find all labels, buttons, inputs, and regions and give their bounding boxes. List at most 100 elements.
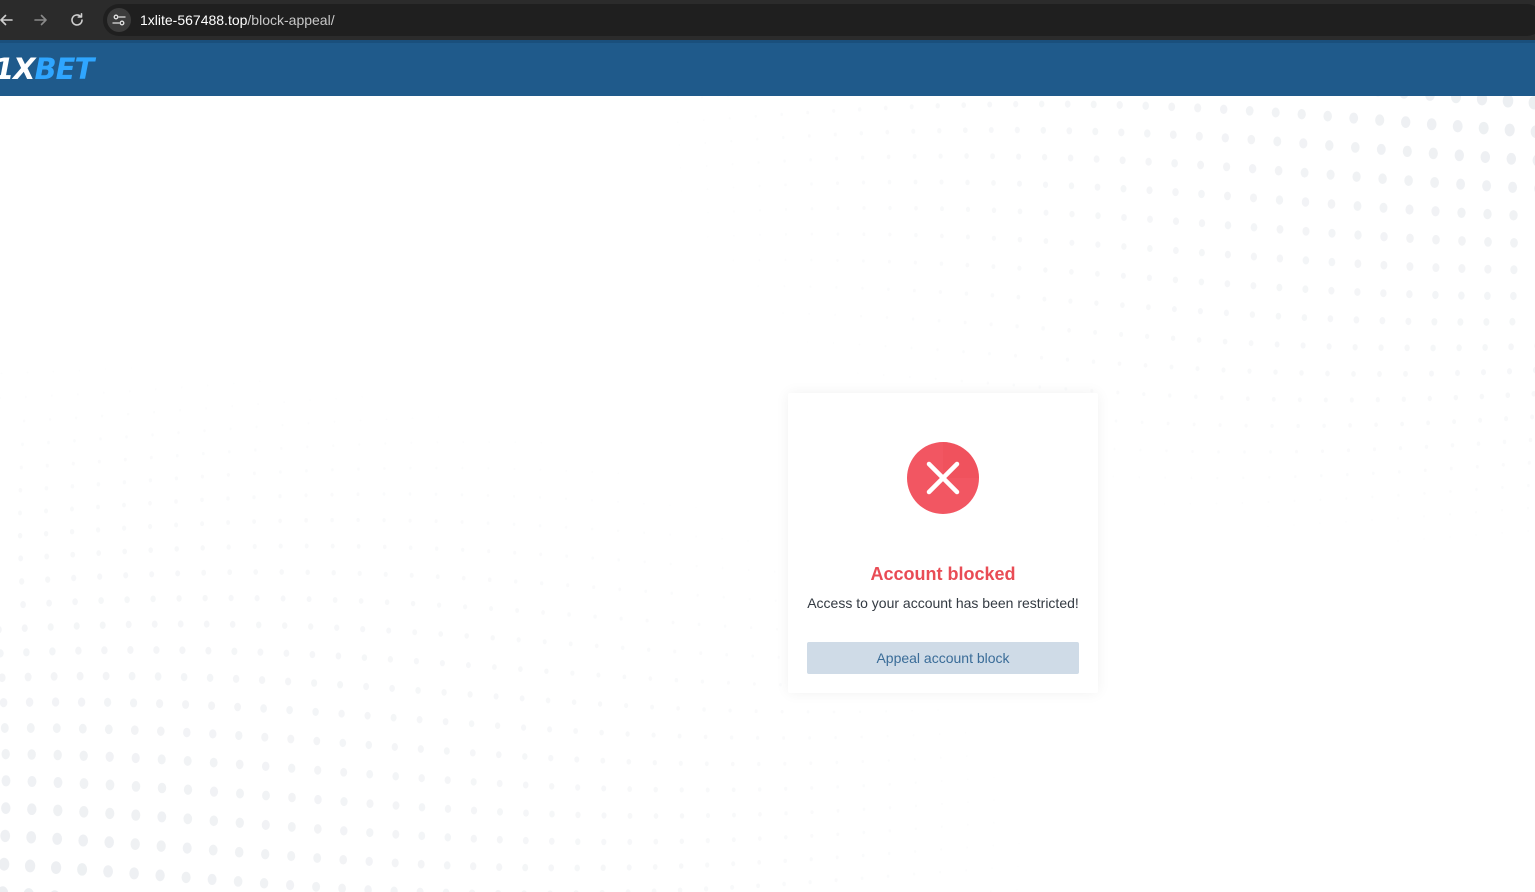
back-button[interactable]	[0, 8, 18, 32]
background-dot	[45, 576, 51, 583]
background-dot	[1064, 100, 1071, 108]
background-dot	[262, 790, 270, 801]
address-bar[interactable]: 1xlite-567488.top/block-appeal/	[103, 4, 1535, 36]
background-dot	[627, 786, 633, 793]
background-dot	[157, 726, 165, 736]
background-dot	[1404, 175, 1413, 186]
background-dot	[1147, 245, 1153, 252]
background-dot	[1371, 495, 1374, 499]
background-dot	[757, 161, 760, 164]
background-dot	[726, 680, 730, 685]
background-dot	[252, 471, 256, 476]
background-dot	[1271, 107, 1280, 118]
background-dot	[835, 760, 839, 765]
background-dot	[176, 595, 182, 602]
arrow-left-icon	[0, 14, 13, 26]
background-dot	[1328, 228, 1336, 238]
background-dot	[418, 774, 425, 783]
background-dot	[1248, 164, 1257, 174]
background-dot	[434, 546, 439, 551]
background-dot	[1198, 248, 1205, 257]
background-dot	[807, 134, 811, 138]
background-dot	[229, 620, 236, 628]
background-dot	[751, 654, 755, 658]
background-dot	[200, 545, 205, 551]
background-dot	[886, 874, 890, 878]
background-dot	[259, 380, 261, 383]
background-dot	[309, 399, 311, 402]
background-dot	[52, 723, 61, 734]
background-dot	[993, 799, 995, 801]
site-logo[interactable]: 1XBET	[0, 51, 94, 87]
background-dot	[257, 403, 259, 406]
background-dot	[1475, 487, 1478, 492]
background-dot	[1406, 262, 1414, 271]
background-dot	[777, 655, 780, 659]
background-dot	[1121, 243, 1127, 250]
background-dot	[26, 723, 35, 733]
reload-button[interactable]	[65, 8, 89, 32]
appeal-account-block-button[interactable]: Appeal account block	[807, 642, 1079, 674]
background-dot	[1299, 370, 1304, 376]
background-dot	[252, 543, 257, 550]
background-dot	[1043, 209, 1049, 216]
background-dot	[1478, 121, 1489, 135]
background-dot	[960, 379, 963, 383]
background-dot	[939, 261, 944, 266]
background-dot	[361, 654, 368, 661]
background-dot	[101, 646, 108, 655]
background-dot	[707, 211, 709, 214]
background-dot	[409, 466, 412, 470]
background-dot	[992, 844, 994, 847]
background-dot	[618, 587, 622, 592]
background-dot	[330, 517, 334, 523]
background-dot	[149, 571, 155, 578]
background-dot	[283, 401, 285, 404]
background-dot	[104, 368, 107, 371]
background-dot	[1216, 476, 1219, 480]
background-dot	[356, 492, 360, 497]
background-dot	[749, 626, 753, 630]
background-dot	[183, 784, 193, 795]
background-dot	[26, 831, 37, 844]
background-dot	[97, 459, 101, 464]
background-dot	[330, 543, 335, 549]
background-dot	[914, 206, 918, 211]
background-dot	[857, 372, 859, 375]
background-dot	[1352, 343, 1358, 351]
background-dot	[522, 781, 529, 789]
background-dot	[412, 629, 418, 636]
background-dot	[44, 508, 48, 514]
background-dot	[1094, 300, 1099, 306]
background-dot	[261, 732, 269, 742]
background-dot	[1250, 223, 1258, 232]
background-dot	[591, 470, 594, 473]
background-dot	[1349, 397, 1354, 403]
background-dot	[810, 786, 814, 790]
background-dot	[836, 808, 840, 813]
background-dot	[1215, 502, 1218, 505]
arrow-right-icon	[34, 14, 47, 26]
background-dot	[592, 585, 596, 590]
background-dot	[965, 869, 968, 872]
background-dot	[549, 810, 555, 818]
background-dot	[157, 811, 167, 823]
background-dot	[417, 745, 424, 753]
background-dot	[909, 104, 914, 110]
background-dot	[131, 809, 141, 821]
background-dot	[1397, 493, 1400, 497]
background-dot	[182, 842, 192, 854]
background-dot	[69, 528, 75, 535]
background-dot	[1510, 291, 1517, 301]
background-dot	[1449, 512, 1451, 516]
background-dot	[1327, 315, 1334, 323]
site-info-button[interactable]	[107, 8, 131, 32]
background-dot	[1432, 234, 1440, 245]
background-dot	[365, 856, 373, 867]
background-dot	[125, 435, 128, 439]
background-dot	[23, 888, 34, 892]
background-dot	[51, 697, 60, 707]
background-dot	[1452, 419, 1457, 425]
forward-button[interactable]	[29, 8, 53, 32]
background-dot	[542, 639, 547, 645]
